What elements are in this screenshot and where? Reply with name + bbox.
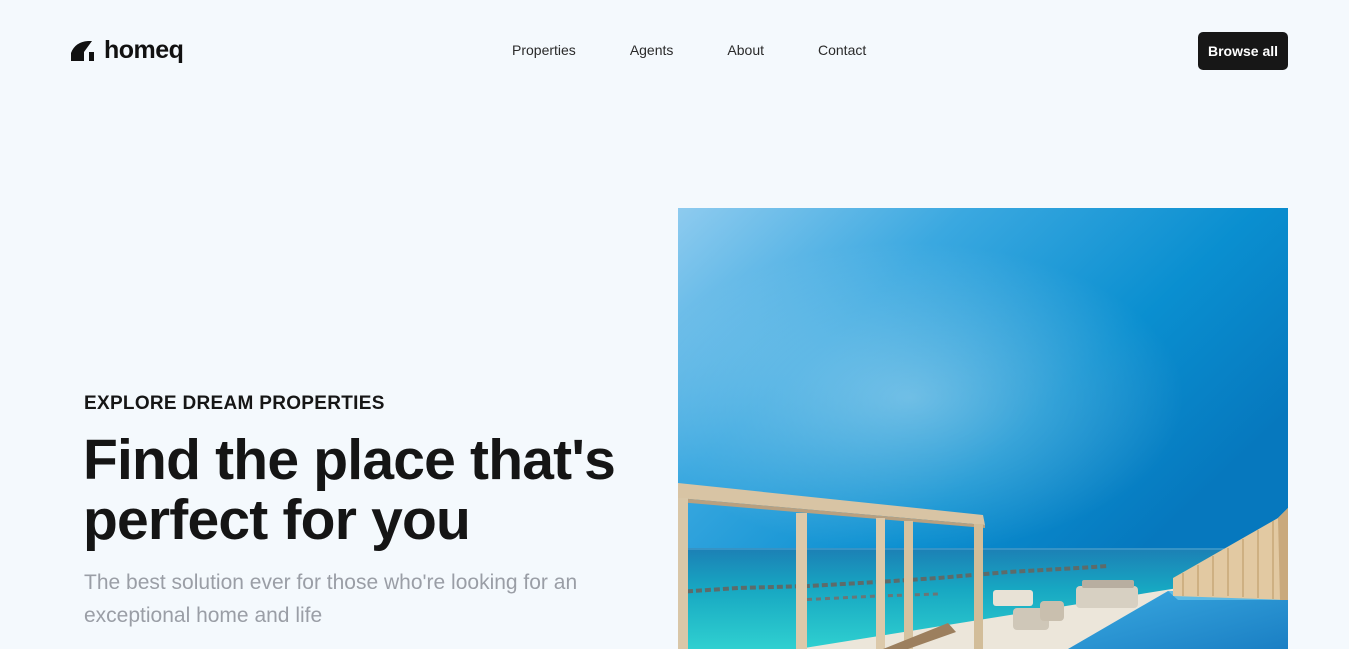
logo[interactable]: homeq: [70, 36, 184, 64]
browse-all-button[interactable]: Browse all: [1198, 32, 1288, 70]
hero-headline: Find the place that's perfect for you: [83, 428, 616, 552]
logo-text: homeq: [104, 36, 184, 64]
hero-subtext: The best solution ever for those who're …: [84, 571, 578, 627]
nav-about[interactable]: About: [727, 42, 764, 58]
main-nav: Properties Agents About Contact: [512, 42, 866, 58]
nav-contact[interactable]: Contact: [818, 42, 866, 58]
hero-image: [678, 208, 1288, 649]
logo-icon: [71, 40, 94, 61]
nav-properties[interactable]: Properties: [512, 42, 576, 58]
resort-pool-photo-icon: [678, 208, 1288, 649]
nav-agents[interactable]: Agents: [630, 42, 674, 58]
hero-eyebrow: EXPLORE DREAM PROPERTIES: [84, 393, 385, 414]
landing-page: homeq Properties Agents About Contact Br…: [0, 0, 1349, 649]
